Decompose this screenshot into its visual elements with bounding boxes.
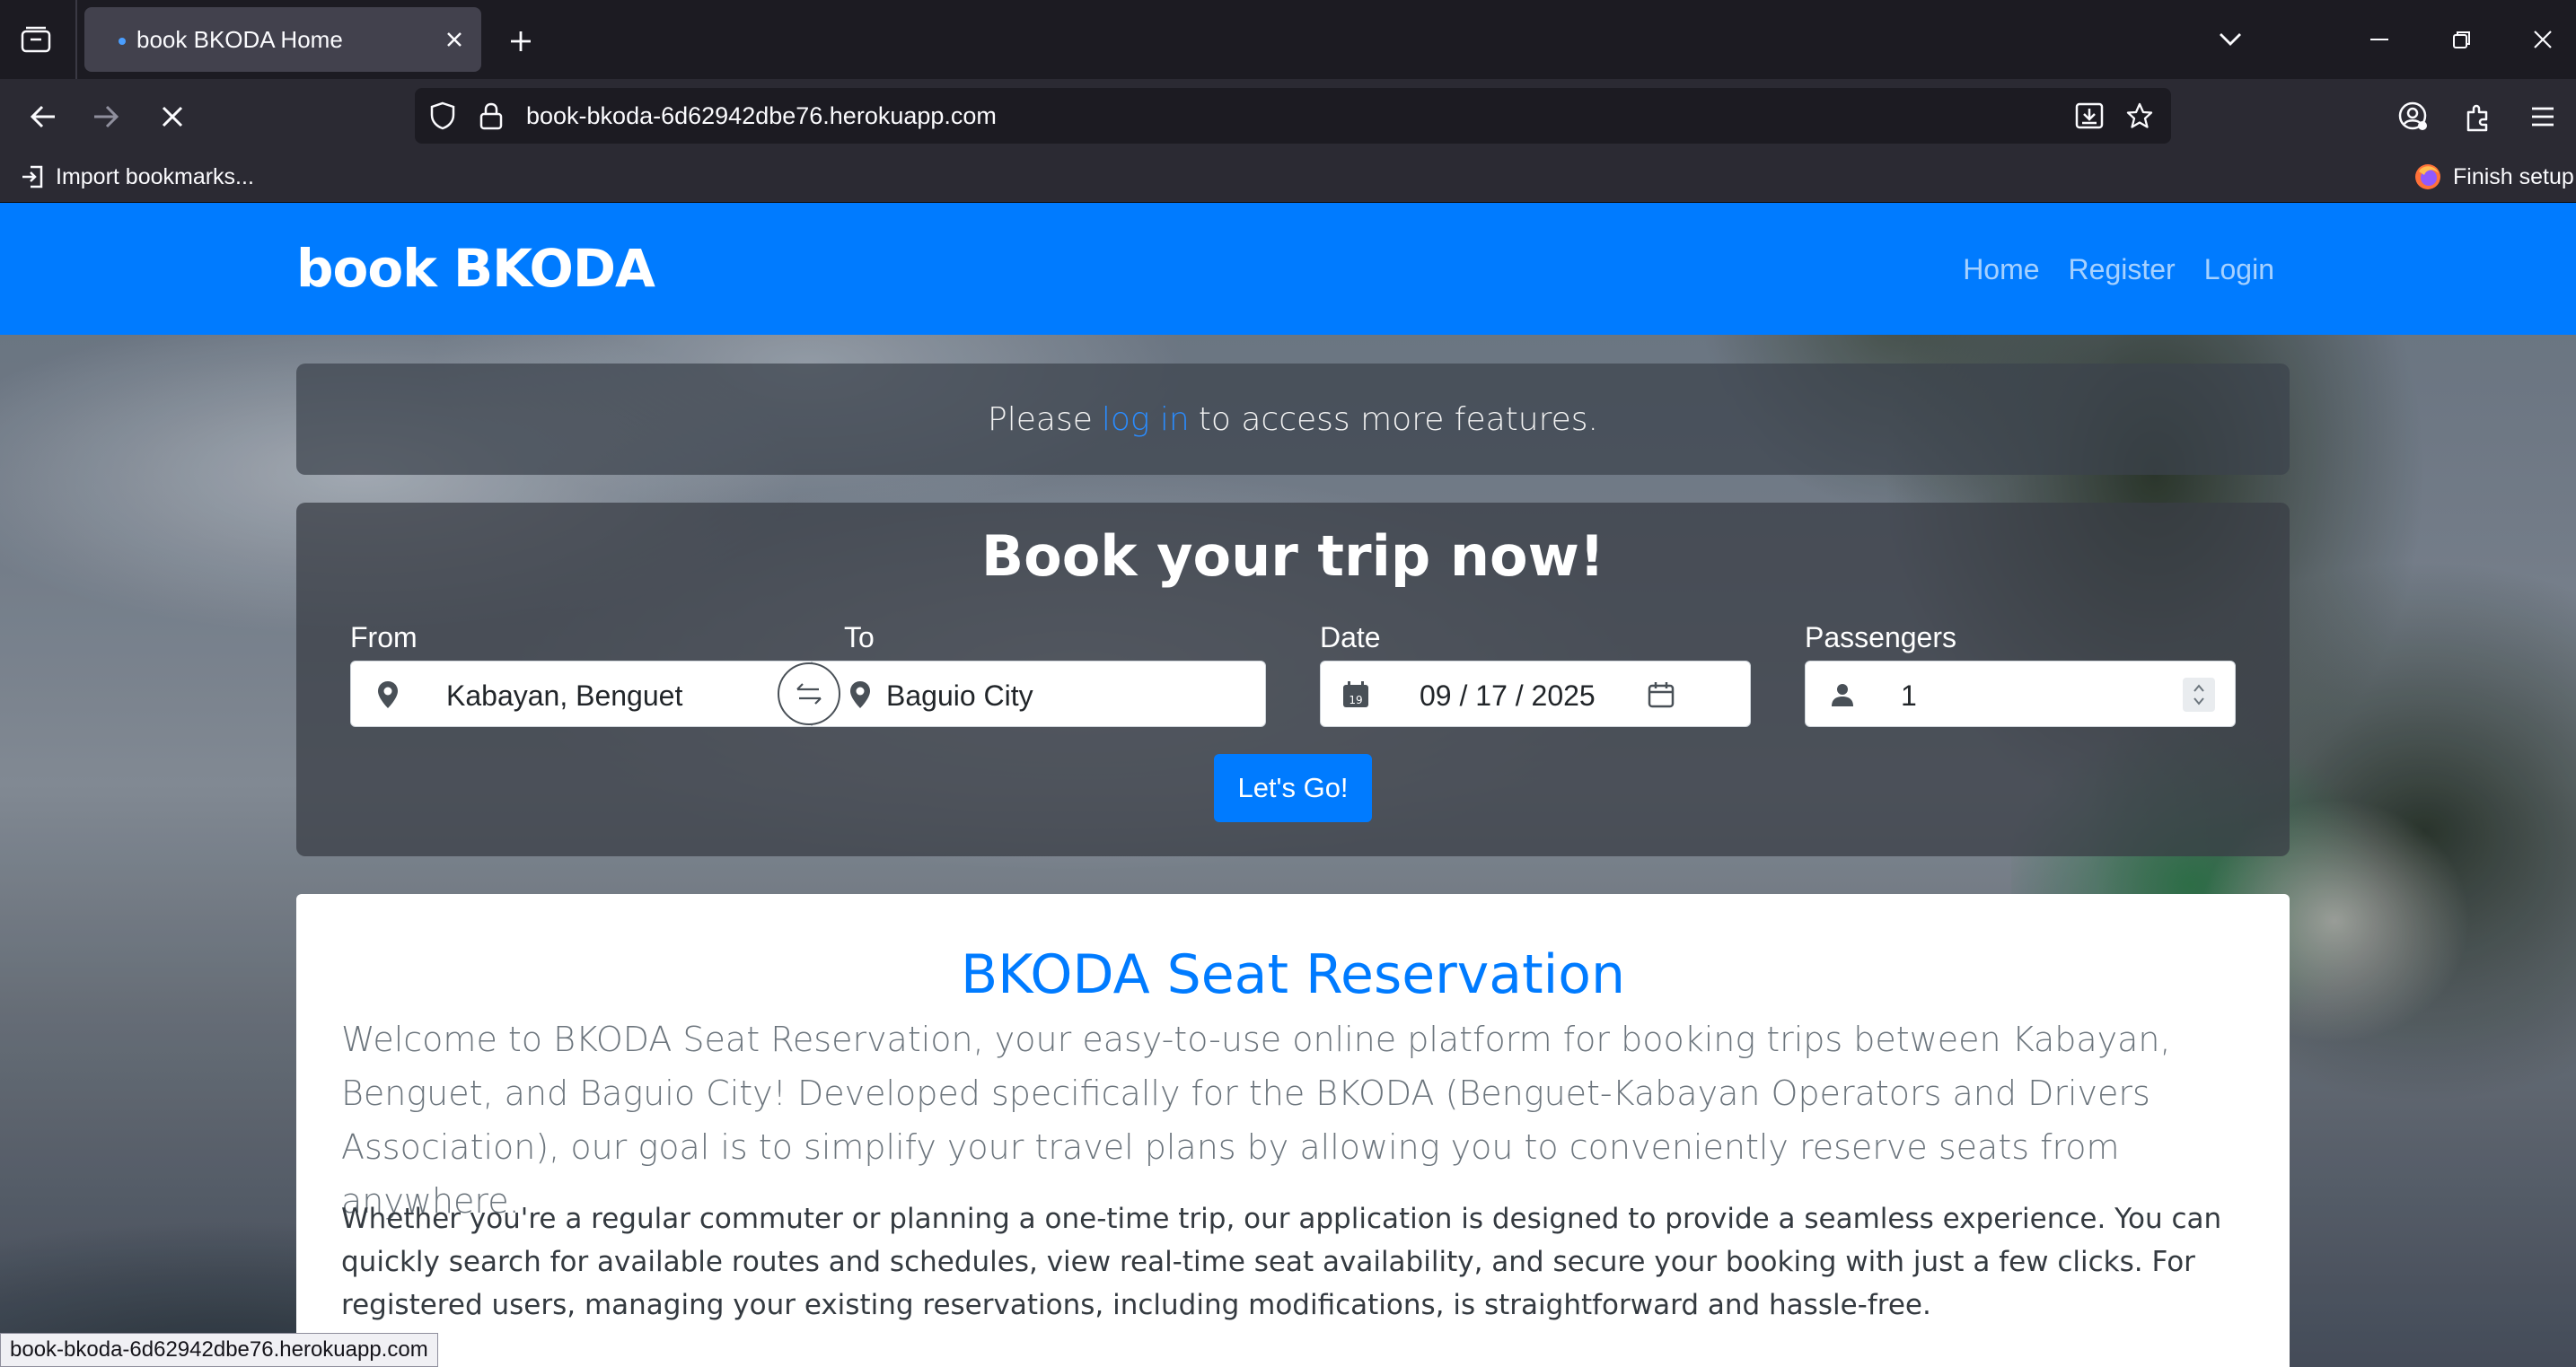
date-value: 09 / 17 / 2025 <box>1420 679 1596 712</box>
browser-tab[interactable]: book BKODA Home <box>84 7 481 72</box>
new-tab-icon[interactable] <box>501 22 541 61</box>
alert-login-link[interactable]: log in <box>1102 401 1190 438</box>
address-bar[interactable]: book-bkoda-6d62942dbe76.herokuapp.com <box>415 88 2171 144</box>
passengers-value: 1 <box>1901 679 1917 712</box>
alert-text-before: Please <box>988 400 1093 438</box>
from-value: Kabayan, Benguet <box>446 679 683 712</box>
passengers-field[interactable]: 1 <box>1805 661 2236 727</box>
lock-icon[interactable] <box>476 101 506 131</box>
stepper-arrows-icon <box>2194 684 2204 705</box>
firefox-icon <box>2415 164 2440 189</box>
card-title: BKODA Seat Reservation <box>960 943 1626 1006</box>
site-navbar: book BKODA Home Register Login <box>0 203 2576 335</box>
from-field[interactable]: Kabayan, Benguet <box>350 661 812 727</box>
booking-form: Book your trip now! From To Date Passeng… <box>296 503 2290 856</box>
extensions-icon[interactable] <box>2457 95 2500 138</box>
map-pin-icon <box>845 679 875 710</box>
alert-text-after: to access more features. <box>1198 400 1598 438</box>
chevron-down-icon[interactable] <box>2211 20 2250 59</box>
finish-setup-button[interactable]: Finish setup <box>2413 160 2574 194</box>
stop-loading-icon[interactable] <box>151 95 194 138</box>
booking-title: Book your trip now! <box>980 523 1605 589</box>
import-bookmarks-label: Import bookmarks... <box>56 163 254 189</box>
calendar-day-text: 19 <box>1349 694 1362 706</box>
restore-icon[interactable] <box>2442 20 2482 59</box>
menu-icon[interactable] <box>2521 95 2564 138</box>
loading-dot-icon <box>119 38 126 45</box>
from-label: From <box>350 621 418 653</box>
tab-overview-icon[interactable] <box>16 22 56 57</box>
close-tab-icon[interactable] <box>438 23 470 56</box>
date-picker-icon[interactable] <box>1646 679 1676 710</box>
status-url-tooltip: book-bkoda-6d62942dbe76.herokuapp.com <box>0 1333 438 1367</box>
calendar-icon: 19 <box>1341 679 1371 710</box>
login-alert: Please log in to access more features. <box>296 364 2290 475</box>
card-body-text: Whether you're a regular commuter or pla… <box>341 1203 2222 1321</box>
date-label: Date <box>1320 621 1381 653</box>
save-to-pocket-icon[interactable] <box>2072 99 2106 133</box>
to-label: To <box>844 621 875 653</box>
bookmark-star-icon[interactable] <box>2123 99 2157 133</box>
tab-separator <box>75 0 77 79</box>
shield-icon[interactable] <box>427 101 458 131</box>
to-field[interactable]: Baguio City <box>812 661 1266 727</box>
finish-setup-label: Finish setup <box>2453 163 2574 189</box>
swap-locations-button[interactable] <box>778 662 840 725</box>
swap-icon <box>796 683 822 705</box>
site-nav-links: Home Register Login <box>1963 248 2274 291</box>
nav-link-register[interactable]: Register <box>2069 248 2176 291</box>
account-icon[interactable] <box>2392 95 2435 138</box>
map-pin-icon <box>373 679 403 710</box>
date-field[interactable]: 19 09 / 17 / 2025 <box>1320 661 1751 727</box>
window-close-icon[interactable] <box>2523 20 2563 59</box>
nav-link-home[interactable]: Home <box>1963 248 2039 291</box>
browser-tab-bar: book BKODA Home <box>0 0 2576 79</box>
passengers-label: Passengers <box>1805 621 1956 653</box>
minimize-icon[interactable] <box>2360 20 2399 59</box>
number-stepper[interactable] <box>2183 678 2215 712</box>
nav-link-login[interactable]: Login <box>2204 248 2274 291</box>
import-bookmarks-button[interactable]: Import bookmarks... <box>20 160 254 194</box>
info-card: BKODA Seat Reservation Welcome to BKODA … <box>296 894 2290 1367</box>
back-icon[interactable] <box>22 95 65 138</box>
tab-title: book BKODA Home <box>136 26 343 53</box>
site-brand[interactable]: book BKODA <box>296 235 655 302</box>
page-viewport: book BKODA Home Register Login Please lo… <box>0 203 2576 1367</box>
bookmarks-toolbar: Import bookmarks... Finish setup <box>0 151 2576 203</box>
user-icon <box>1827 679 1858 710</box>
url-text[interactable]: book-bkoda-6d62942dbe76.herokuapp.com <box>526 101 997 130</box>
forward-icon[interactable] <box>84 95 127 138</box>
lets-go-button[interactable]: Let's Go! <box>1214 754 1372 822</box>
card-lead-text: Welcome to BKODA Seat Reservation, your … <box>341 1020 2171 1221</box>
to-value: Baguio City <box>886 679 1033 712</box>
import-icon <box>22 165 43 188</box>
